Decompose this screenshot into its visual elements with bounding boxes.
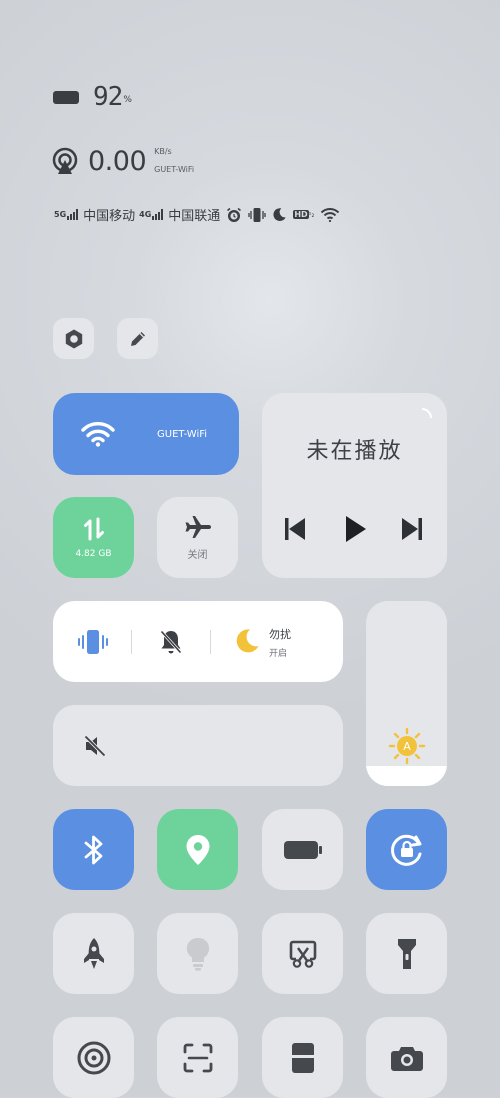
settings-icon	[63, 328, 85, 350]
scan-icon	[183, 1043, 213, 1073]
airplane-status: 关闭	[187, 549, 208, 561]
svg-text:A: A	[403, 740, 411, 753]
settings-button[interactable]	[53, 318, 94, 359]
network-speed: 0.00	[88, 145, 147, 177]
divider	[131, 630, 132, 654]
sun-auto-icon: A	[388, 727, 426, 765]
card-tile[interactable]	[262, 1017, 343, 1098]
media-player-tile[interactable]: 未在播放	[262, 393, 447, 578]
mute-speaker-icon	[83, 734, 107, 758]
vibrate-status-icon	[248, 207, 266, 223]
brightness-level	[366, 765, 447, 786]
moon-status-icon	[272, 207, 287, 222]
card-icon	[291, 1042, 315, 1074]
media-status: 未在播放	[306, 439, 403, 464]
game-turbo-tile[interactable]	[53, 913, 134, 994]
scan-tile[interactable]	[157, 1017, 238, 1098]
flashlight-tile[interactable]	[366, 913, 447, 994]
corner-indicator-icon	[421, 407, 433, 419]
bluetooth-tile[interactable]	[53, 809, 134, 890]
battery-status: 92 %	[53, 82, 132, 112]
play-button[interactable]	[345, 515, 367, 543]
flashlight-icon	[397, 937, 417, 971]
edit-button[interactable]	[117, 318, 158, 359]
wifi-ssid-small: GUET-WiFi	[154, 165, 195, 174]
eye-care-tile[interactable]	[157, 913, 238, 994]
airplane-icon	[184, 515, 212, 539]
mobile-data-tile[interactable]: 4.82 GB	[53, 497, 134, 578]
mobile-data-usage: 4.82 GB	[75, 548, 112, 559]
sim2-type: 4G	[139, 210, 152, 219]
camera-tile[interactable]	[366, 1017, 447, 1098]
next-button[interactable]	[401, 517, 423, 541]
rocket-icon	[81, 937, 107, 971]
alarm-icon	[226, 207, 242, 223]
battery-saver-tile[interactable]	[262, 809, 343, 890]
sim1-carrier: 中国移动	[83, 209, 136, 224]
vibrate-button[interactable]	[77, 629, 109, 655]
signal-icon	[152, 209, 164, 220]
wifi-label: GUET-WiFi	[157, 428, 208, 440]
status-bar-icons: 5G 中国移动 4G 中国联通 HD ¹₂	[54, 205, 340, 224]
battery-saver-icon	[283, 840, 323, 860]
mobile-data-icon	[83, 517, 105, 541]
mute-ring-button[interactable]	[159, 629, 183, 655]
volume-slider[interactable]	[53, 705, 343, 786]
network-speed-row: 0.00 KB/s GUET-WiFi	[52, 143, 194, 179]
wifi-icon	[81, 421, 115, 447]
airplane-mode-tile[interactable]: 关闭	[157, 497, 238, 578]
screenshot-icon	[288, 939, 318, 969]
speed-unit: KB/s	[154, 147, 172, 156]
bluetooth-icon	[83, 834, 105, 866]
moon-icon[interactable]	[234, 628, 260, 654]
screenshot-tile[interactable]	[262, 913, 343, 994]
location-tile[interactable]	[157, 809, 238, 890]
rotation-lock-tile[interactable]	[366, 809, 447, 890]
wifi-status-icon	[320, 207, 340, 222]
hotspot-tile[interactable]	[53, 1017, 134, 1098]
camera-icon	[390, 1044, 424, 1072]
edit-icon	[128, 329, 148, 349]
bulb-icon	[185, 937, 211, 971]
brightness-slider[interactable]: A	[366, 601, 447, 786]
signal-icon	[67, 209, 79, 220]
divider	[210, 630, 211, 654]
dnd-status: 开启	[269, 649, 288, 659]
battery-unit: %	[123, 95, 132, 105]
wifi-tile[interactable]: GUET-WiFi	[53, 393, 239, 475]
hd-badge: HD	[293, 210, 309, 219]
dnd-label: 勿扰	[269, 628, 291, 641]
battery-icon	[53, 90, 79, 104]
sound-mode-tile: 勿扰 开启	[53, 601, 343, 682]
location-icon	[185, 834, 211, 866]
battery-percent: 92	[93, 82, 123, 112]
previous-button[interactable]	[284, 517, 306, 541]
sim2-carrier: 中国联通	[168, 209, 221, 224]
rotation-lock-icon	[389, 832, 425, 868]
hotspot-icon	[76, 1040, 112, 1076]
hotspot-status-icon	[52, 146, 78, 176]
sim1-type: 5G	[54, 210, 67, 219]
